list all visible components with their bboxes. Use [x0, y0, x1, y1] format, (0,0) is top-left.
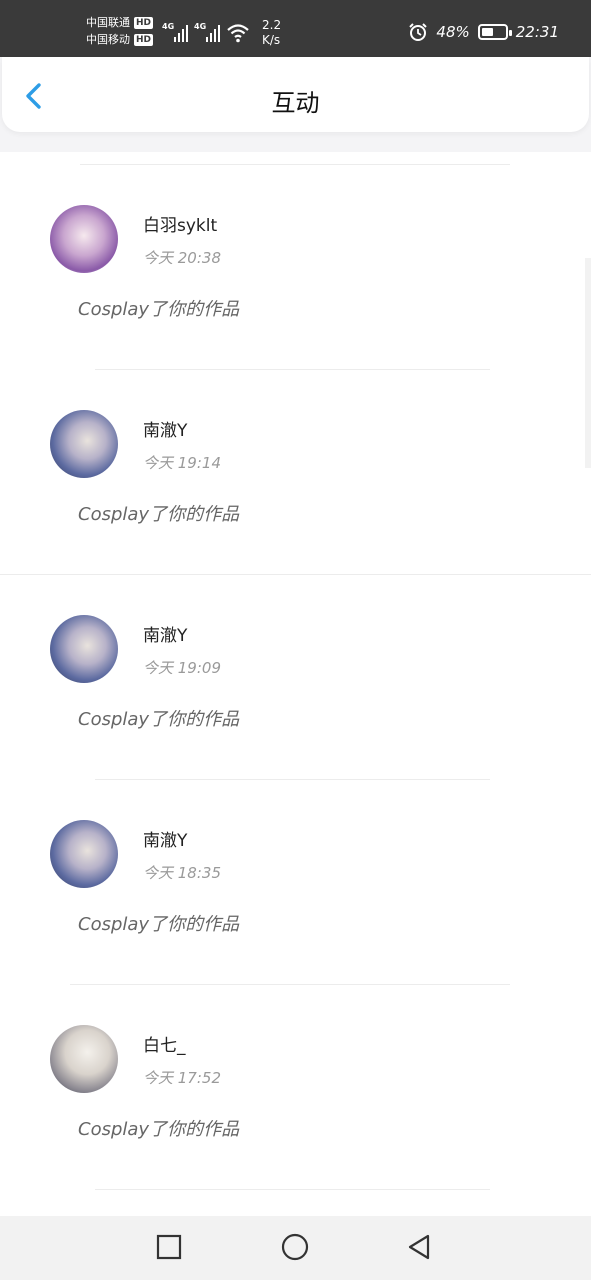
network-type-2: 4G — [194, 22, 207, 31]
list-item[interactable]: 白羽syklt 今天 20:38 Cosplay了你的作品 — [0, 205, 591, 410]
carrier-1: 中国联通 — [86, 16, 130, 29]
interaction-list[interactable]: 白羽syklt 今天 20:38 Cosplay了你的作品 南澈Y 今天 19:14 Co… — [0, 152, 591, 1216]
battery-icon — [477, 24, 512, 40]
list-item[interactable]: 南澈Y 今天 18:35 Cosplay了你的作品 — [0, 820, 591, 1025]
timestamp: 今天 18:35 — [143, 864, 221, 882]
hd-badge-2: HD — [134, 33, 154, 46]
timestamp: 今天 17:52 — [143, 1069, 221, 1087]
user-name[interactable]: 白七_ — [143, 1031, 186, 1056]
interaction-message: Cosplay了你的作品 — [78, 1119, 240, 1140]
avatar[interactable] — [50, 1025, 118, 1093]
interaction-message: Cosplay了你的作品 — [78, 504, 240, 525]
list-item[interactable]: 白七_ 今天 17:52 Cosplay了你的作品 — [0, 1025, 591, 1216]
user-name[interactable]: 南澈Y — [143, 416, 187, 441]
speed-unit: K/s — [262, 33, 281, 47]
avatar[interactable] — [50, 410, 118, 478]
status-right: 48% 22:31 — [408, 22, 559, 42]
clock: 22:31 — [515, 23, 559, 41]
signal-icon: 4G — [194, 22, 220, 44]
alarm-icon — [409, 23, 428, 41]
interaction-message: Cosplay了你的作品 — [78, 914, 240, 935]
avatar[interactable] — [50, 820, 118, 888]
status-bar: 中国联通 HD 中国移动 HD 4G 4G 2.2 K/s 48% 22:31 — [0, 0, 591, 57]
network-speed: 2.2 K/s — [262, 18, 281, 48]
carrier-2: 中国移动 — [86, 33, 130, 46]
interaction-message: Cosplay了你的作品 — [78, 709, 240, 730]
interaction-message: Cosplay了你的作品 — [78, 299, 240, 320]
timestamp: 今天 19:09 — [143, 659, 221, 677]
triangle-back-icon[interactable] — [404, 1232, 434, 1262]
timestamp: 今天 20:38 — [143, 249, 221, 267]
system-nav-bar — [0, 1216, 591, 1280]
carrier-info: 中国联通 HD 中国移动 HD — [86, 14, 154, 48]
square-recent-icon[interactable] — [154, 1232, 184, 1262]
list-divider — [80, 164, 510, 165]
list-item[interactable]: 南澈Y 今天 19:14 Cosplay了你的作品 — [0, 410, 591, 615]
top-bar: 互动 — [2, 57, 589, 132]
circle-home-icon[interactable] — [280, 1232, 310, 1262]
page-title: 互动 — [271, 89, 320, 117]
battery-fill — [481, 28, 493, 36]
list-item[interactable]: 南澈Y 今天 19:09 Cosplay了你的作品 — [0, 615, 591, 820]
signal-group: 4G 4G — [162, 22, 250, 44]
avatar[interactable] — [50, 205, 118, 273]
avatar[interactable] — [50, 615, 118, 683]
hd-badge-1: HD — [134, 16, 154, 29]
wifi-icon — [227, 24, 249, 43]
user-name[interactable]: 南澈Y — [143, 826, 187, 851]
user-name[interactable]: 白羽syklt — [143, 211, 217, 236]
signal-icon: 4G — [162, 22, 188, 44]
speed-value: 2.2 — [262, 18, 282, 32]
battery-percent: 48% — [436, 23, 470, 41]
user-name[interactable]: 南澈Y — [143, 621, 187, 646]
network-type-1: 4G — [162, 22, 175, 31]
timestamp: 今天 19:14 — [143, 454, 221, 472]
